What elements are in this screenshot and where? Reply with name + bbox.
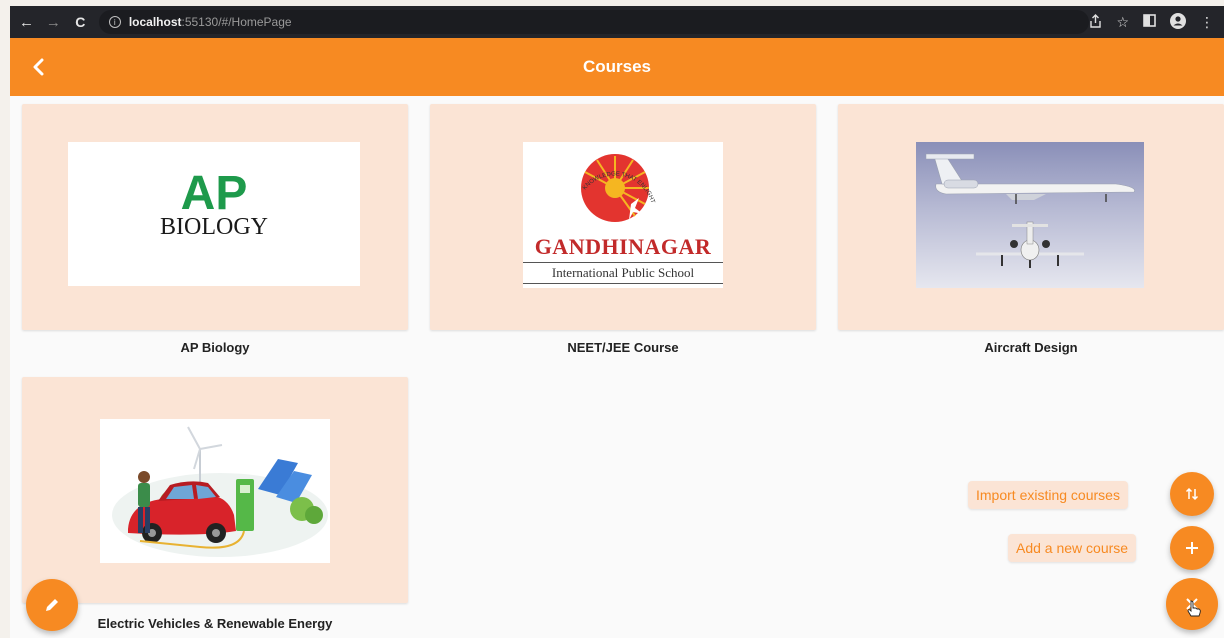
course-card-electric-vehicles[interactable] <box>22 377 408 603</box>
close-fab-menu-button[interactable] <box>1166 578 1218 630</box>
sidebar-icon[interactable] <box>1143 14 1156 30</box>
import-courses-text: Import existing courses <box>976 487 1120 503</box>
forward-arrow-icon: → <box>45 13 61 31</box>
course-image-ap-biology: AP BIOLOGY <box>68 142 360 286</box>
course-card-neet-jee[interactable]: KNOWLEDGE THAT ENLIGHTENS GANDHINAGAR In… <box>430 104 816 330</box>
info-icon[interactable]: i <box>108 16 121 28</box>
school-subtitle: International Public School <box>551 265 695 280</box>
add-course-label[interactable]: Add a new course <box>1008 534 1137 562</box>
browser-reload-button[interactable]: C <box>70 11 91 33</box>
course-title: Electric Vehicles & Renewable Energy <box>97 616 333 631</box>
share-icon[interactable] <box>1089 13 1102 31</box>
cursor-hand-icon <box>1187 600 1201 617</box>
course-image-aircraft <box>916 142 1144 288</box>
address-bar[interactable]: i localhost:55130/#/HomePage <box>98 10 1090 34</box>
course-image-gandhinagar-logo: KNOWLEDGE THAT ENLIGHTENS GANDHINAGAR In… <box>523 142 723 288</box>
course-image-ev-charging <box>100 419 330 563</box>
import-courses-button[interactable] <box>1170 472 1214 516</box>
course-title: NEET/JEE Course <box>567 340 679 355</box>
browser-back-button[interactable]: ← <box>16 11 37 33</box>
browser-actions: ☆ ⋮ <box>1089 12 1224 32</box>
pencil-icon <box>46 599 58 611</box>
ap-logo-text: AP <box>180 167 248 220</box>
edit-button[interactable] <box>26 579 78 631</box>
url-host: localhost <box>128 15 182 29</box>
back-arrow-icon: ← <box>18 13 34 31</box>
aircraft-illustration <box>925 153 1135 268</box>
more-icon[interactable]: ⋮ <box>1200 14 1214 31</box>
back-button[interactable] <box>24 52 52 82</box>
browser-forward-button[interactable]: → <box>43 11 64 33</box>
app-bar: Courses <box>10 38 1224 96</box>
add-course-button[interactable] <box>1170 526 1214 570</box>
import-sort-icon <box>1185 487 1199 501</box>
plus-icon <box>1186 542 1198 554</box>
import-courses-label[interactable]: Import existing courses <box>968 481 1128 509</box>
add-course-text: Add a new course <box>1016 540 1129 556</box>
app-frame: ← → C i localhost:55130/#/HomePage ☆ ⋮ <box>10 6 1224 638</box>
course-card-aircraft-design[interactable] <box>838 104 1224 330</box>
reload-icon: C <box>75 14 86 30</box>
url-path: :55130/#/HomePage <box>181 15 292 29</box>
biology-logo-text: BIOLOGY <box>160 214 268 240</box>
ev-charging-illustration <box>112 426 328 557</box>
page-title: Courses <box>582 57 652 76</box>
school-name: GANDHINAGAR <box>534 234 712 259</box>
profile-icon[interactable] <box>1170 12 1186 32</box>
browser-toolbar: ← → C i localhost:55130/#/HomePage ☆ ⋮ <box>10 6 1224 38</box>
course-title: Aircraft Design <box>984 340 1078 355</box>
chevron-left-icon <box>33 58 44 76</box>
course-title: AP Biology <box>180 340 250 355</box>
course-card-ap-biology[interactable]: AP BIOLOGY <box>22 104 408 330</box>
star-icon[interactable]: ☆ <box>1116 14 1129 31</box>
